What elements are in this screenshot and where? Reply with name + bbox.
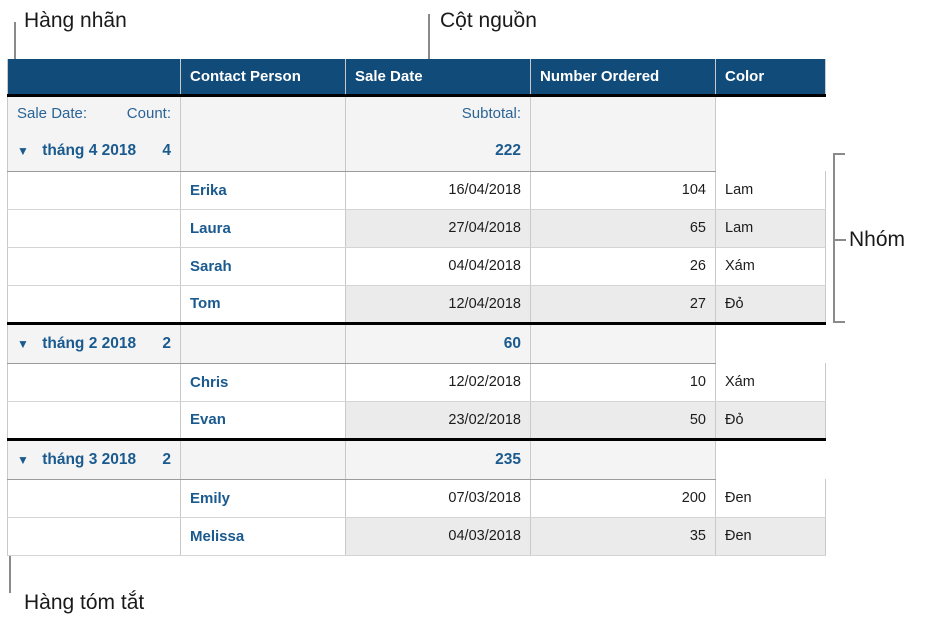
annotation-source-column: Cột nguồn bbox=[440, 9, 537, 32]
row-label-cell bbox=[7, 171, 181, 210]
row-contact-person[interactable]: Erika bbox=[180, 171, 346, 210]
table-row[interactable]: Tom 12/04/2018 27 Đỏ bbox=[7, 285, 826, 325]
label-row-field-name: Sale Date: bbox=[17, 105, 88, 123]
table-row[interactable]: Chris 12/02/2018 10 Xám bbox=[7, 363, 826, 402]
disclosure-triangle-icon[interactable]: ▼ bbox=[17, 337, 29, 351]
summary-row-group-cell[interactable]: ▼ tháng 3 2018 2 bbox=[7, 439, 181, 480]
table-row[interactable]: Melissa 04/03/2018 35 Đen bbox=[7, 517, 826, 556]
row-number-ordered: 65 bbox=[530, 209, 716, 248]
row-color: Đỏ bbox=[715, 285, 826, 325]
label-row-date-cell bbox=[180, 95, 346, 131]
row-contact-person[interactable]: Tom bbox=[180, 285, 346, 325]
annotation-summary-row: Hàng tóm tắt bbox=[24, 591, 145, 614]
summary-row-color-cell bbox=[530, 131, 716, 172]
row-number-ordered: 26 bbox=[530, 247, 716, 286]
row-number-ordered: 10 bbox=[530, 363, 716, 402]
label-row: Sale Date: Count: Subtotal: bbox=[7, 95, 826, 131]
row-sale-date: 16/04/2018 bbox=[345, 171, 531, 210]
row-contact-person[interactable]: Emily bbox=[180, 479, 346, 518]
table-row[interactable]: Erika 16/04/2018 104 Lam bbox=[7, 171, 826, 210]
row-label-cell bbox=[7, 209, 181, 248]
row-contact-person[interactable]: Melissa bbox=[180, 517, 346, 556]
row-color: Đen bbox=[715, 517, 826, 556]
summary-row-date-cell bbox=[180, 131, 346, 172]
row-sale-date: 23/02/2018 bbox=[345, 401, 531, 441]
row-number-ordered: 104 bbox=[530, 171, 716, 210]
bracket-group-vertical bbox=[833, 153, 835, 323]
disclosure-triangle-icon[interactable]: ▼ bbox=[17, 453, 29, 467]
row-color: Xám bbox=[715, 363, 826, 402]
summary-row-group-title: tháng 2 2018 bbox=[42, 334, 137, 352]
summary-row[interactable]: ▼ tháng 4 2018 4 222 bbox=[7, 131, 826, 172]
row-color: Xám bbox=[715, 247, 826, 286]
row-label-cell bbox=[7, 517, 181, 556]
summary-row[interactable]: ▼ tháng 2 2018 2 60 bbox=[7, 323, 826, 364]
summary-row-count: 4 bbox=[162, 141, 171, 159]
table-row[interactable]: Sarah 04/04/2018 26 Xám bbox=[7, 247, 826, 286]
row-label-cell bbox=[7, 401, 181, 441]
row-sale-date: 27/04/2018 bbox=[345, 209, 531, 248]
row-number-ordered: 200 bbox=[530, 479, 716, 518]
column-header-color[interactable]: Color bbox=[715, 59, 826, 97]
disclosure-triangle-icon[interactable]: ▼ bbox=[17, 144, 29, 158]
annotation-group: Nhóm bbox=[849, 228, 906, 251]
row-number-ordered: 27 bbox=[530, 285, 716, 325]
row-contact-person[interactable]: Chris bbox=[180, 363, 346, 402]
row-number-ordered: 50 bbox=[530, 401, 716, 441]
summary-row-subtotal: 235 bbox=[345, 439, 531, 480]
row-sale-date: 12/02/2018 bbox=[345, 363, 531, 402]
table-row[interactable]: Emily 07/03/2018 200 Đen bbox=[7, 479, 826, 518]
table-row[interactable]: Evan 23/02/2018 50 Đỏ bbox=[7, 401, 826, 441]
summary-row-subtotal: 60 bbox=[345, 323, 531, 364]
row-contact-person[interactable]: Evan bbox=[180, 401, 346, 441]
row-sale-date: 04/04/2018 bbox=[345, 247, 531, 286]
table-header: Contact Person Sale Date Number Ordered … bbox=[7, 59, 826, 97]
column-header-number-ordered[interactable]: Number Ordered bbox=[530, 59, 716, 97]
summary-row-group-cell[interactable]: ▼ tháng 2 2018 2 bbox=[7, 323, 181, 364]
summary-row-group-title: tháng 3 2018 bbox=[42, 450, 137, 468]
summary-row-group-cell[interactable]: ▼ tháng 4 2018 4 bbox=[7, 131, 181, 172]
column-header-label[interactable] bbox=[7, 59, 181, 97]
column-header-contact-person[interactable]: Contact Person bbox=[180, 59, 346, 97]
row-contact-person[interactable]: Sarah bbox=[180, 247, 346, 286]
summary-row-date-cell bbox=[180, 439, 346, 480]
row-sale-date: 12/04/2018 bbox=[345, 285, 531, 325]
bracket-group-top-arm bbox=[833, 153, 845, 155]
annotation-label-row: Hàng nhãn bbox=[24, 9, 127, 32]
label-row-color-cell bbox=[530, 95, 716, 131]
row-sale-date: 07/03/2018 bbox=[345, 479, 531, 518]
summary-row-group-title: tháng 4 2018 bbox=[42, 141, 137, 159]
table-body: Sale Date: Count: Subtotal: ▼ tháng 4 20… bbox=[7, 95, 826, 556]
row-label-cell bbox=[7, 247, 181, 286]
row-label-cell bbox=[7, 479, 181, 518]
row-number-ordered: 35 bbox=[530, 517, 716, 556]
label-row-field-cell: Sale Date: Count: bbox=[7, 95, 181, 131]
label-row-count-label: Count: bbox=[126, 105, 171, 123]
column-header-sale-date[interactable]: Sale Date bbox=[345, 59, 531, 97]
bracket-group-tick bbox=[833, 239, 846, 241]
summary-row-color-cell bbox=[530, 439, 716, 480]
table-row[interactable]: Laura 27/04/2018 65 Lam bbox=[7, 209, 826, 248]
summary-row-count: 2 bbox=[162, 334, 171, 352]
row-color: Đen bbox=[715, 479, 826, 518]
row-color: Lam bbox=[715, 171, 826, 210]
summary-row-count: 2 bbox=[162, 450, 171, 468]
summary-row-subtotal: 222 bbox=[345, 131, 531, 172]
bracket-group-bottom-arm bbox=[833, 321, 845, 323]
row-color: Đỏ bbox=[715, 401, 826, 441]
row-label-cell bbox=[7, 363, 181, 402]
row-contact-person[interactable]: Laura bbox=[180, 209, 346, 248]
label-row-subtotal-label: Subtotal: bbox=[345, 95, 531, 131]
row-label-cell bbox=[7, 285, 181, 325]
summary-row-date-cell bbox=[180, 323, 346, 364]
row-sale-date: 04/03/2018 bbox=[345, 517, 531, 556]
summary-row[interactable]: ▼ tháng 3 2018 2 235 bbox=[7, 439, 826, 480]
row-color: Lam bbox=[715, 209, 826, 248]
leader-line-source-column bbox=[428, 14, 430, 59]
summary-row-color-cell bbox=[530, 323, 716, 364]
table-header-row: Contact Person Sale Date Number Ordered … bbox=[7, 59, 826, 97]
sales-summary-table: Contact Person Sale Date Number Ordered … bbox=[7, 59, 826, 556]
